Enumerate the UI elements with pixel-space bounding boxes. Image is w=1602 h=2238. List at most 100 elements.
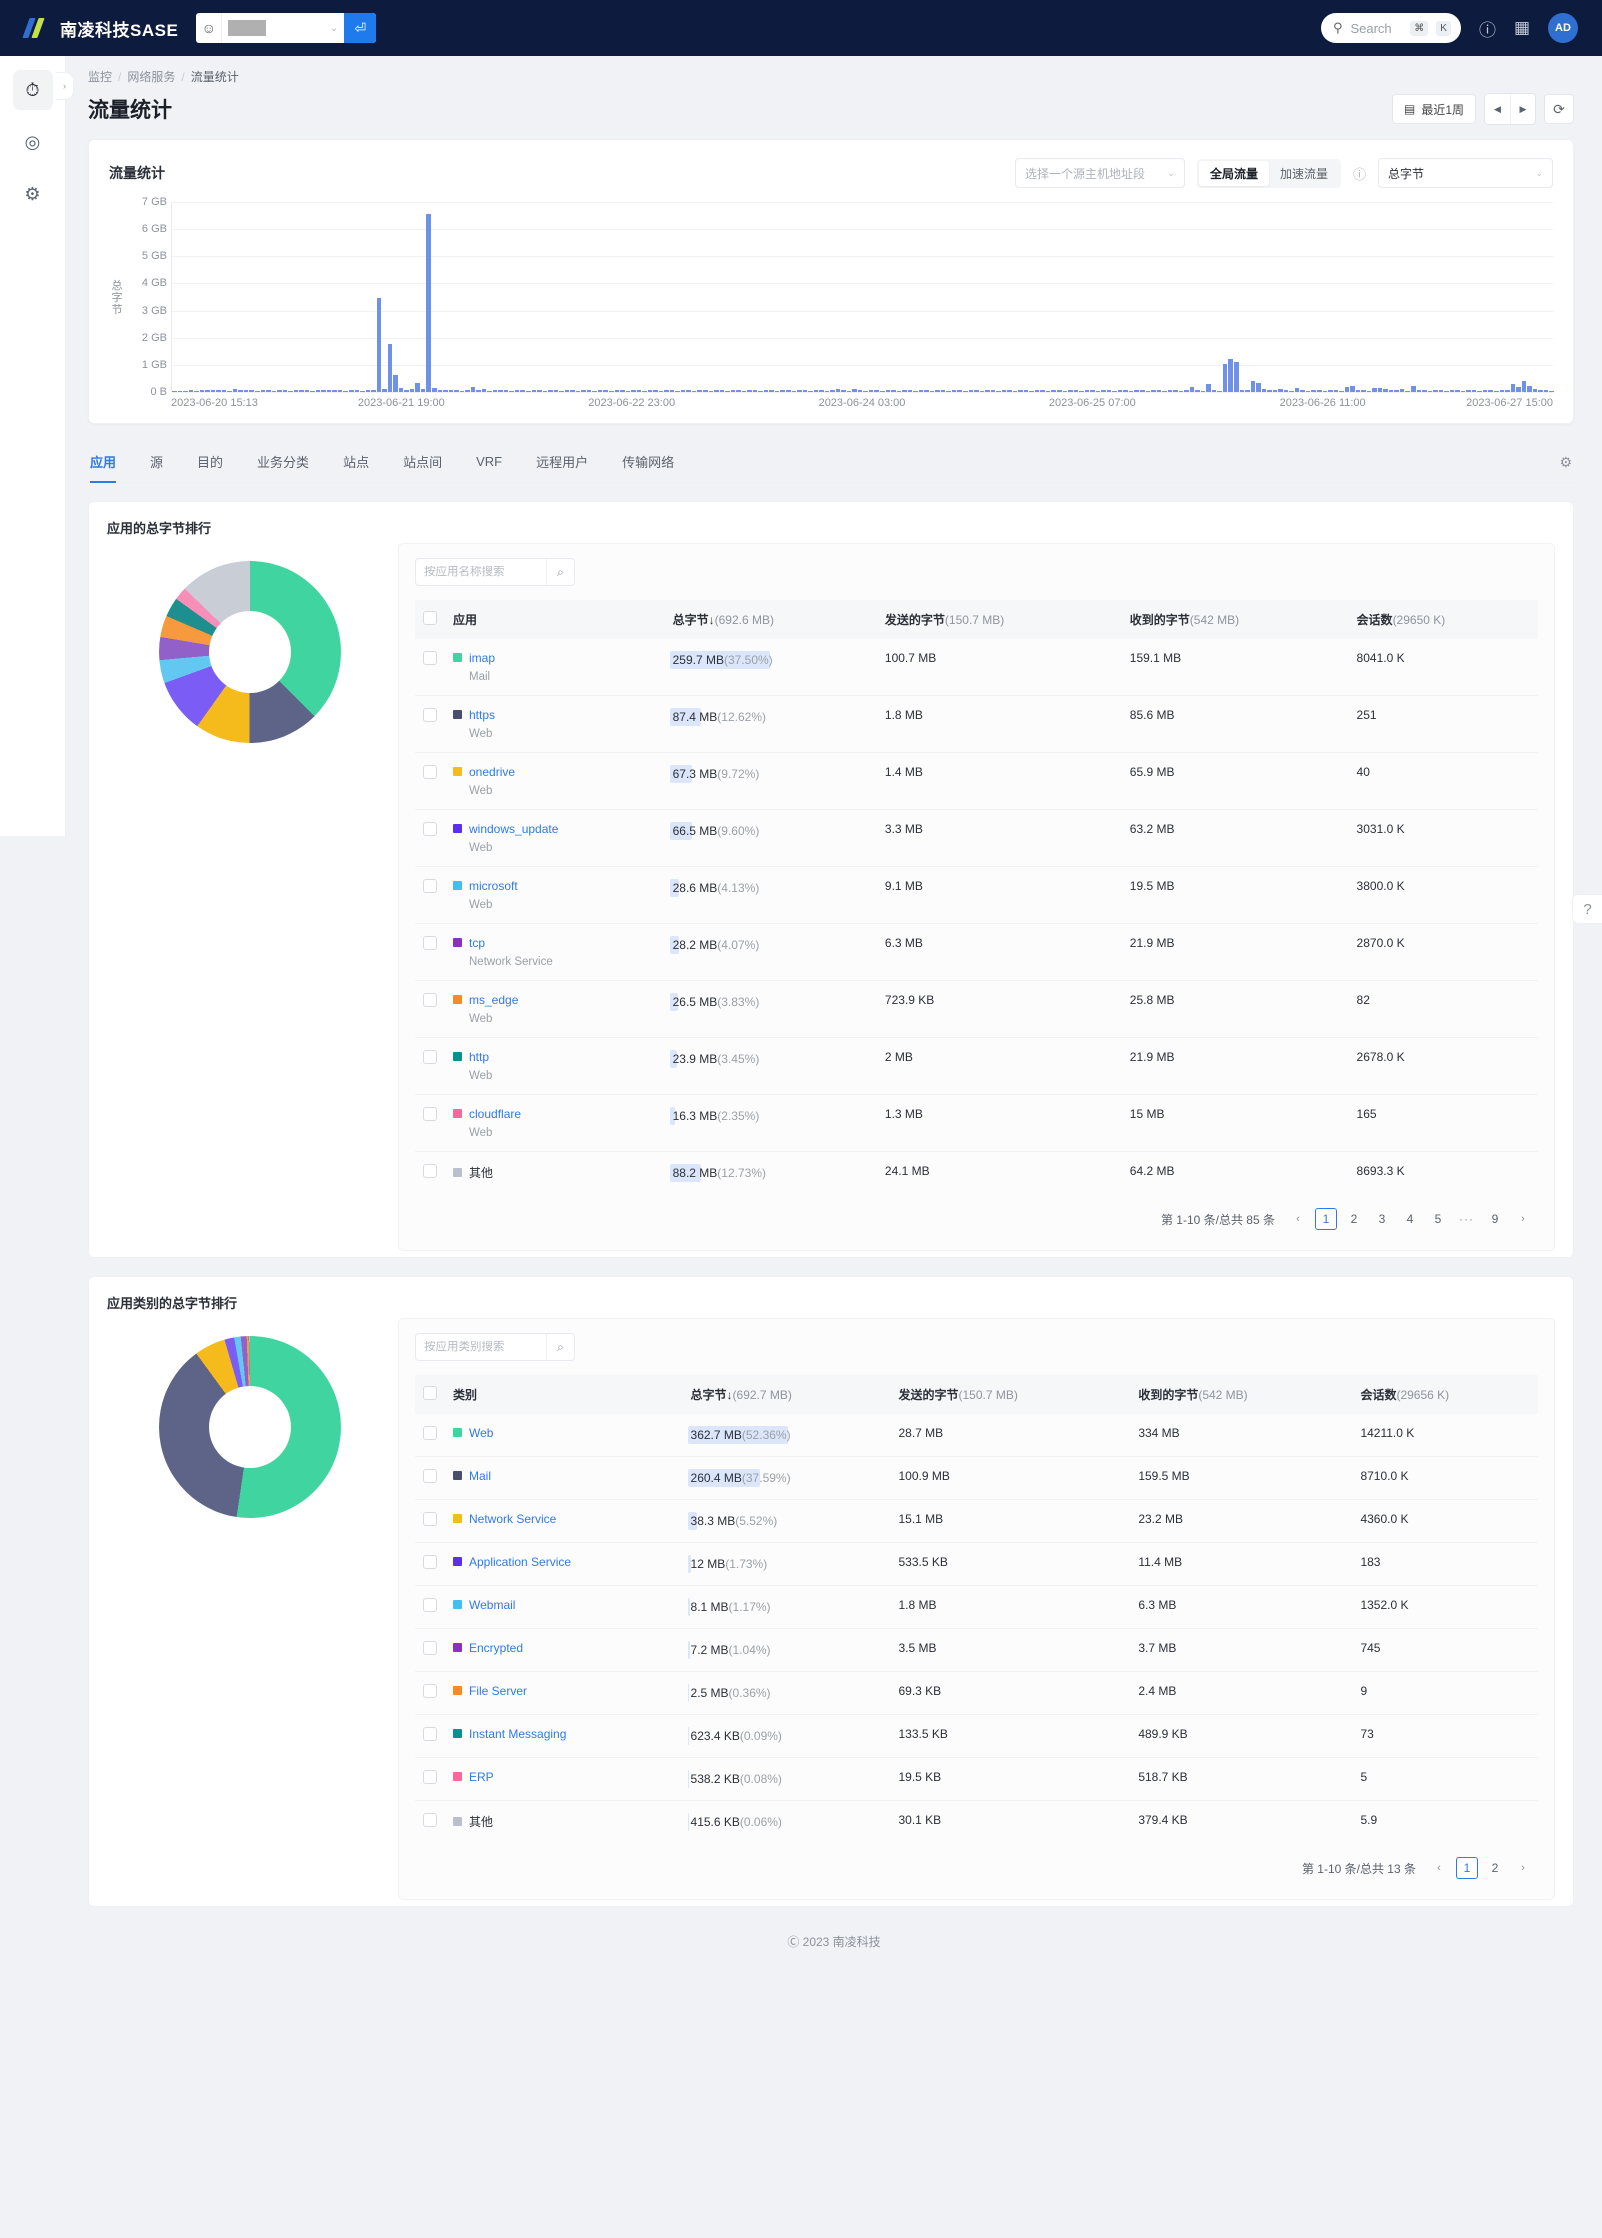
table-row[interactable]: http Web 23.9 MB(3.45%) 2 MB 21.9 MB 2678.0 K [415, 1037, 1538, 1095]
table-row[interactable]: Web 362.7 MB(52.36%) 28.7 MB 334 MB 14211.0 … [415, 1414, 1538, 1457]
col-sessions[interactable]: 会话数(29650 K) [1348, 600, 1538, 639]
help-floating-button[interactable]: ? [1572, 894, 1602, 924]
tab-transport-network[interactable]: 传输网络 [622, 442, 674, 482]
pagination-page[interactable]: 1 [1315, 1208, 1337, 1230]
row-name[interactable]: onedrive [469, 765, 515, 779]
table-row[interactable]: Application Service 12 MB(1.73%) 533.5 KB 1… [415, 1542, 1538, 1586]
pagination-page[interactable]: 2 [1343, 1208, 1365, 1230]
row-checkbox[interactable] [423, 765, 437, 779]
col-application[interactable]: 应用 [445, 600, 665, 639]
row-name[interactable]: tcp [469, 936, 485, 950]
breadcrumb-item-1[interactable]: 网络服务 [127, 68, 175, 85]
row-name[interactable]: ERP [469, 1770, 494, 1784]
sidebar-expand-button[interactable]: › [56, 72, 74, 100]
prev-range-button[interactable]: ◀ [1485, 94, 1510, 124]
table-row[interactable]: cloudflare Web 16.3 MB(2.35%) 1.3 MB 15 MB 16… [415, 1094, 1538, 1152]
table-row[interactable]: Encrypted 7.2 MB(1.04%) 3.5 MB 3.7 MB 745 [415, 1628, 1538, 1672]
row-checkbox[interactable] [423, 936, 437, 950]
table-row[interactable]: microsoft Web 28.6 MB(4.13%) 9.1 MB 19.5 MB 3… [415, 866, 1538, 924]
table-row[interactable]: File Server 2.5 MB(0.36%) 69.3 KB 2.4 MB 9 [415, 1671, 1538, 1715]
table-row[interactable]: 其他 88.2 MB(12.73%) 24.1 MB 64.2 MB 8693.3 K [415, 1152, 1538, 1195]
row-name[interactable]: http [469, 1050, 489, 1064]
table-row[interactable]: Mail 260.4 MB(37.59%) 100.9 MB 159.5 MB 8710… [415, 1456, 1538, 1500]
sidebar-item-monitor[interactable]: ⏱ [12, 70, 53, 110]
row-checkbox[interactable] [423, 1512, 437, 1526]
pagination-ellipsis[interactable]: ··· [1455, 1208, 1478, 1230]
search-input[interactable] [416, 566, 546, 578]
col-sessions[interactable]: 会话数(29656 K) [1352, 1375, 1538, 1414]
row-checkbox[interactable] [423, 1555, 437, 1569]
avatar[interactable]: AD [1548, 13, 1578, 43]
tenant-apply-button[interactable]: ⏎ [344, 13, 377, 43]
pagination-page[interactable]: 4 [1399, 1208, 1421, 1230]
source-host-filter[interactable]: 选择一个源主机地址段 ⌄ [1014, 158, 1185, 188]
pagination-page[interactable]: 5 [1427, 1208, 1449, 1230]
pagination-page[interactable]: 3 [1371, 1208, 1393, 1230]
help-icon[interactable]: ⓘ [1479, 16, 1496, 41]
table-row[interactable]: Instant Messaging 623.4 KB(0.09%) 133.5 KB… [415, 1714, 1538, 1758]
pagination-prev[interactable]: ‹ [1428, 1857, 1450, 1879]
table-row[interactable]: tcp Network Service 28.2 MB(4.07%) 6.3 MB 21… [415, 923, 1538, 981]
row-checkbox[interactable] [423, 1813, 437, 1827]
search-icon[interactable]: ⌕ [546, 1334, 574, 1360]
row-checkbox[interactable] [423, 822, 437, 836]
metric-select[interactable]: 总字节 ⌄ [1378, 158, 1553, 188]
row-checkbox[interactable] [423, 651, 437, 665]
next-range-button[interactable]: ▶ [1510, 94, 1535, 124]
table-row[interactable]: imap Mail 259.7 MB(37.50%) 100.7 MB 159.1 MB… [415, 639, 1538, 696]
row-name[interactable]: Mail [469, 1469, 491, 1483]
pagination-next[interactable]: › [1512, 1857, 1534, 1879]
row-checkbox[interactable] [423, 879, 437, 893]
select-all-checkbox[interactable] [423, 1386, 437, 1400]
pagination-page[interactable]: 2 [1484, 1857, 1506, 1879]
global-search[interactable]: ⚲ Search ⌘ K [1320, 13, 1461, 43]
row-name[interactable]: Instant Messaging [469, 1727, 566, 1741]
row-checkbox[interactable] [423, 1598, 437, 1612]
row-checkbox[interactable] [423, 1684, 437, 1698]
tab-destination[interactable]: 目的 [197, 442, 223, 482]
brand-logo[interactable]: 南凌科技SASE [22, 16, 178, 41]
refresh-button[interactable]: ⟳ [1544, 94, 1574, 124]
toggle-global-traffic[interactable]: 全局流量 [1198, 160, 1269, 186]
col-received-bytes[interactable]: 收到的字节(542 MB) [1121, 600, 1349, 639]
sidebar-item-target[interactable]: ◎ [13, 122, 53, 162]
table-row[interactable]: onedrive Web 67.3 MB(9.72%) 1.4 MB 65.9 MB 40 [415, 752, 1538, 810]
table-row[interactable]: Network Service 38.3 MB(5.52%) 15.1 MB 23.2… [415, 1499, 1538, 1543]
row-checkbox[interactable] [423, 1469, 437, 1483]
table-row[interactable]: ERP 538.2 KB(0.08%) 19.5 KB 518.7 KB 5 [415, 1757, 1538, 1801]
table-row[interactable]: https Web 87.4 MB(12.62%) 1.8 MB 85.6 MB 251 [415, 695, 1538, 753]
table-row[interactable]: windows_update Web 66.5 MB(9.60%) 3.3 MB 63.… [415, 809, 1538, 867]
row-name[interactable]: cloudflare [469, 1107, 521, 1121]
tab-remote-users[interactable]: 远程用户 [536, 442, 588, 482]
col-category[interactable]: 类别 [445, 1375, 683, 1414]
row-checkbox[interactable] [423, 1770, 437, 1784]
row-name[interactable]: ms_edge [469, 993, 518, 1007]
row-name[interactable]: Webmail [469, 1598, 515, 1612]
tenant-selector-value[interactable] [222, 20, 330, 36]
row-checkbox[interactable] [423, 708, 437, 722]
row-checkbox[interactable] [423, 1727, 437, 1741]
col-sent-bytes[interactable]: 发送的字节(150.7 MB) [890, 1375, 1131, 1414]
row-name[interactable]: File Server [469, 1684, 527, 1698]
tab-applications[interactable]: 应用 [90, 442, 117, 483]
search-icon[interactable]: ⌕ [546, 559, 574, 585]
select-all-checkbox[interactable] [423, 611, 437, 625]
table-row[interactable]: ms_edge Web 26.5 MB(3.83%) 723.9 KB 25.8 MB 8… [415, 980, 1538, 1038]
pagination-last-page[interactable]: 9 [1484, 1208, 1506, 1230]
row-name[interactable]: microsoft [469, 879, 518, 893]
report-icon[interactable]: ▦ [1514, 18, 1530, 38]
row-checkbox[interactable] [423, 1050, 437, 1064]
info-icon[interactable]: ⓘ [1353, 164, 1366, 183]
col-sent-bytes[interactable]: 发送的字节(150.7 MB) [876, 600, 1122, 639]
row-name[interactable]: imap [469, 651, 495, 665]
chevron-down-icon[interactable]: ⌄ [330, 23, 344, 34]
row-checkbox[interactable] [423, 1164, 437, 1178]
breadcrumb-item-0[interactable]: 监控 [88, 68, 112, 85]
pagination-page[interactable]: 1 [1456, 1857, 1478, 1879]
category-search[interactable]: ⌕ [415, 1333, 575, 1361]
col-received-bytes[interactable]: 收到的字节(542 MB) [1130, 1375, 1353, 1414]
row-checkbox[interactable] [423, 1426, 437, 1440]
tab-source[interactable]: 源 [150, 442, 163, 482]
tab-site[interactable]: 站点 [343, 442, 369, 482]
application-search[interactable]: ⌕ [415, 558, 575, 586]
